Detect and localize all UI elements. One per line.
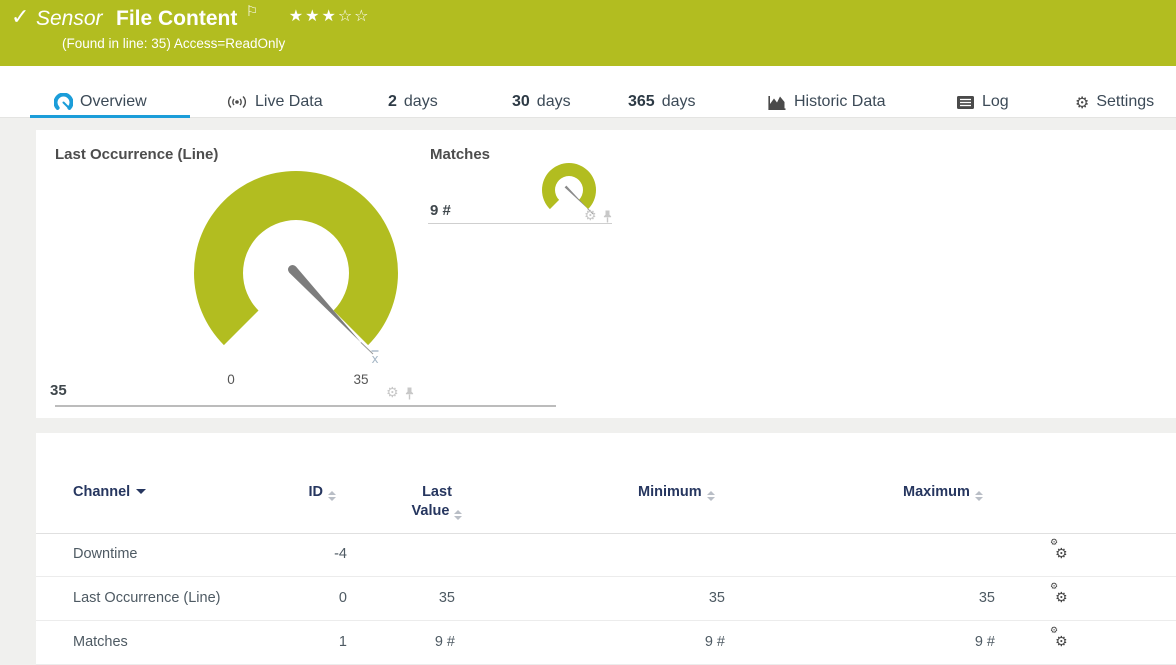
- priority-stars[interactable]: ★★★☆☆: [289, 6, 371, 25]
- primary-gauge-value: 35: [50, 382, 67, 399]
- tab-log[interactable]: Log: [956, 90, 1009, 114]
- tab-log-label: Log: [982, 93, 1009, 110]
- cell-last-value: 9 #: [434, 634, 455, 650]
- cell-channel: Last Occurrence (Line): [73, 590, 221, 606]
- cell-minimum: 35: [708, 590, 725, 606]
- broadcast-icon: [226, 94, 248, 110]
- table-row-matches: Matches 1 9 # 9 # 9 # ⚙ ⚙: [36, 621, 1176, 665]
- sensor-name: File Content: [116, 7, 238, 30]
- sort-caret-down-icon: [136, 489, 147, 494]
- primary-gauge-chart: x: [194, 170, 398, 366]
- tab-live-data[interactable]: Live Data: [226, 90, 323, 114]
- column-header-last-value[interactable]: Last Value: [382, 483, 492, 521]
- primary-gauge-scale-max: 35: [353, 372, 369, 387]
- sort-icon[interactable]: [706, 491, 715, 501]
- sensor-kind-label: Sensor: [36, 7, 103, 30]
- tab-2-days-label: days: [403, 93, 438, 110]
- sensor-title-row: Sensor File Content ⚐ ★★★☆☆: [36, 4, 371, 31]
- cell-last-value: 35: [438, 590, 455, 606]
- log-list-icon: [956, 95, 975, 110]
- tab-365-days-label: days: [661, 93, 696, 110]
- table-row-last-occurrence: Last Occurrence (Line) 0 35 35 35 ⚙ ⚙: [36, 577, 1176, 621]
- tab-30-days-number: 30: [512, 93, 530, 110]
- column-header-id[interactable]: ID: [274, 484, 336, 501]
- tab-settings[interactable]: ⚙ Settings: [1075, 90, 1154, 114]
- tab-overview-label: Overview: [80, 93, 147, 110]
- double-gear-icon: ⚙ ⚙: [1050, 626, 1068, 651]
- cell-id: -4: [334, 546, 347, 562]
- secondary-gauge-value: 9 #: [430, 202, 451, 219]
- column-header-last-value-line1: Last: [422, 484, 452, 500]
- widget-pin-icon[interactable]: [404, 387, 415, 400]
- svg-text:x: x: [371, 352, 378, 366]
- sensor-tabbar: Overview Live Data 2 days 30 days 365 da…: [0, 66, 1176, 118]
- sensor-status-message: (Found in line: 35) Access=ReadOnly: [62, 36, 286, 51]
- primary-gauge-scale-min: 0: [227, 372, 235, 387]
- gear-icon: ⚙: [1075, 92, 1090, 112]
- widget-gear-icon[interactable]: ⚙: [584, 208, 597, 224]
- primary-gauge-widget-tools: ⚙: [386, 385, 415, 401]
- cell-id: 0: [338, 590, 347, 606]
- tab-2-days[interactable]: 2 days: [388, 90, 438, 114]
- column-header-minimum-label: Minimum: [638, 484, 702, 500]
- overview-gauges-panel: Last Occurrence (Line) x 0 35 35 ⚙ Match…: [36, 130, 1176, 418]
- stars-empty[interactable]: ☆☆: [338, 6, 371, 25]
- priority-flag-icon[interactable]: ⚐: [246, 4, 259, 20]
- tab-historic-data[interactable]: Historic Data: [768, 90, 886, 114]
- column-header-channel[interactable]: Channel: [73, 484, 147, 500]
- cell-maximum: 9 #: [974, 634, 995, 650]
- column-header-maximum[interactable]: Maximum: [903, 484, 983, 501]
- column-header-channel-label: Channel: [73, 484, 131, 500]
- cell-id: 1: [338, 634, 347, 650]
- tab-30-days-label: days: [536, 93, 571, 110]
- tab-365-days[interactable]: 365 days: [628, 90, 696, 114]
- sort-icon[interactable]: [974, 491, 983, 501]
- gauge-icon: [54, 92, 73, 112]
- tab-30-days[interactable]: 30 days: [512, 90, 571, 114]
- table-row-downtime: Downtime -4 ⚙ ⚙: [36, 533, 1176, 577]
- cell-channel: Downtime: [73, 546, 138, 562]
- sort-icon[interactable]: [328, 491, 336, 501]
- sort-icon[interactable]: [454, 510, 463, 520]
- double-gear-icon: ⚙ ⚙: [1050, 582, 1068, 607]
- column-header-last-value-line2: Value: [411, 503, 450, 519]
- tab-2-days-number: 2: [388, 93, 397, 110]
- column-header-id-label: ID: [308, 484, 324, 500]
- status-ok-check-icon: ✓: [11, 5, 30, 30]
- area-chart-icon: [768, 94, 787, 111]
- channels-table-panel: Channel ID Last Value Minimum Maximum Do…: [36, 433, 1176, 665]
- widget-pin-icon[interactable]: [602, 210, 613, 223]
- tab-settings-label: Settings: [1096, 93, 1155, 110]
- double-gear-icon: ⚙ ⚙: [1050, 538, 1068, 563]
- tab-historic-data-label: Historic Data: [794, 93, 886, 110]
- cell-maximum: 35: [978, 590, 995, 606]
- tab-overview[interactable]: Overview: [54, 90, 147, 114]
- secondary-gauge-widget-tools: ⚙: [584, 208, 613, 224]
- tab-365-days-number: 365: [628, 93, 655, 110]
- primary-widget-divider: [55, 405, 556, 407]
- cell-minimum: 9 #: [704, 634, 725, 650]
- tab-live-data-label: Live Data: [255, 93, 323, 110]
- sensor-titlebar: ✓ Sensor File Content ⚐ ★★★☆☆ (Found in …: [0, 0, 1176, 66]
- widget-gear-icon[interactable]: ⚙: [386, 385, 399, 401]
- secondary-widget-divider: [428, 223, 612, 224]
- secondary-gauge-title: Matches: [430, 146, 491, 163]
- column-header-maximum-label: Maximum: [903, 484, 970, 500]
- cell-channel: Matches: [73, 634, 128, 650]
- stars-filled[interactable]: ★★★: [289, 6, 338, 25]
- column-header-minimum[interactable]: Minimum: [638, 484, 715, 501]
- active-tab-underline: [30, 115, 190, 118]
